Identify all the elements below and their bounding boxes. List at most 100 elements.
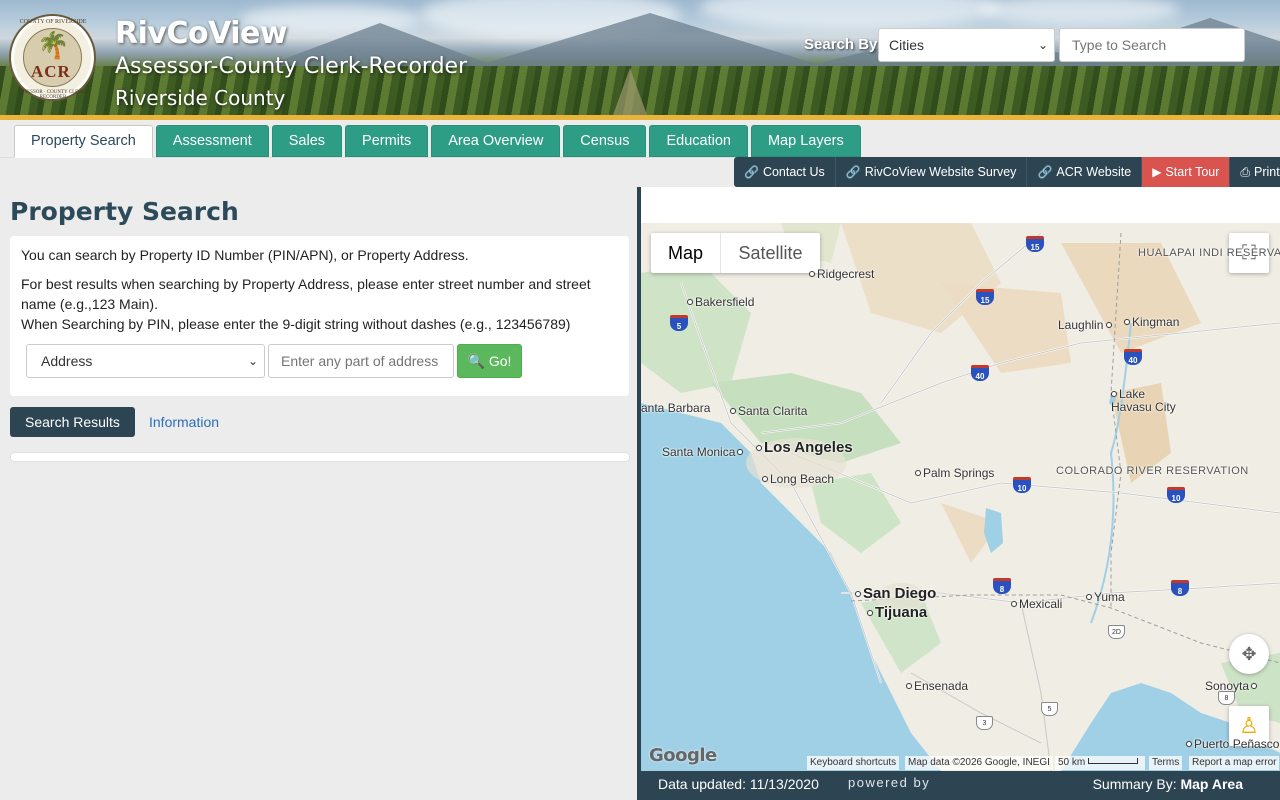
go-button[interactable]: 🔍 Go! — [457, 344, 522, 378]
search-results-tab[interactable]: Search Results — [10, 407, 135, 437]
start-tour-button[interactable]: ▶ Start Tour — [1142, 157, 1231, 187]
interstate-10-shield: 10 — [1013, 477, 1031, 493]
summary-by-value: Map Area — [1180, 776, 1243, 792]
map-label-hualapai: HUALAPAI INDI RESERVATION — [1138, 247, 1280, 259]
palm-tree-icon: 🌴 — [37, 30, 70, 60]
map-label-kingman: Kingman — [1124, 315, 1179, 329]
tab-property-search[interactable]: Property Search — [14, 125, 153, 158]
search-type-select[interactable]: Address ⌄ — [26, 344, 265, 378]
address-search-input[interactable] — [268, 344, 454, 378]
tab-map-layers[interactable]: Map Layers — [750, 125, 861, 157]
interstate-15-shield: 15 — [976, 289, 994, 305]
map-attribution: Google Keyboard shortcuts Map data ©2026… — [641, 745, 1280, 771]
search-form-card: You can search by Property ID Number (PI… — [10, 236, 629, 396]
map-scale: 50 km — [1055, 756, 1145, 770]
tab-sales[interactable]: Sales — [271, 125, 343, 157]
search-by-label: Search By: — [804, 36, 883, 53]
data-updated-text: Data updated: 11/13/2020 — [658, 776, 819, 792]
map-label-colorado-river: COLORADO RIVER RESERVATION — [1056, 465, 1249, 477]
map-label-ensenada: Ensenada — [906, 679, 968, 693]
tab-area-overview[interactable]: Area Overview — [431, 125, 561, 157]
map-label-lake-havasu: Lake Havasu City — [1111, 387, 1176, 414]
main-tabs: Property Search Assessment Sales Permits… — [14, 125, 864, 158]
terms-link[interactable]: Terms — [1149, 756, 1183, 770]
app-title: RivCoView — [115, 16, 288, 51]
link-icon: 🔗 — [1037, 165, 1053, 179]
print-icon: ⎙ — [1240, 165, 1250, 179]
map-label-yuma: Yuma — [1086, 590, 1125, 604]
acr-seal-logo: COUNTY OF RIVERSIDE 🌴 ACR ASSESSOR · COU… — [9, 14, 96, 101]
app-county: Riverside County — [115, 86, 286, 110]
page-title: Property Search — [10, 197, 239, 226]
map-label-ridgecrest: Ridgecrest — [809, 267, 874, 281]
search-icon: 🔍 — [467, 353, 485, 369]
map-view[interactable]: Map Satellite ⛶ ✥ ♙ Ridgecrest Bakersfie… — [641, 223, 1280, 771]
map-type-satellite-button[interactable]: Satellite — [721, 233, 820, 273]
keyboard-shortcuts-link[interactable]: Keyboard shortcuts — [807, 756, 900, 770]
information-tab[interactable]: Information — [149, 407, 219, 437]
route-3-shield: 3 — [976, 716, 993, 730]
play-icon: ▶ — [1152, 165, 1162, 179]
seal-acr-text: ACR — [31, 62, 71, 81]
interstate-8-shield: 8 — [993, 578, 1011, 594]
route-2d-shield: 2D — [1108, 625, 1125, 639]
map-label-santa-monica: Santa Monica — [662, 445, 745, 459]
map-label-los-angeles: Los Angeles — [756, 439, 853, 456]
chevron-down-icon: ⌄ — [247, 354, 258, 368]
map-label-laughlin: Laughlin — [1058, 318, 1114, 332]
map-label-bakersfield: Bakersfield — [687, 295, 754, 309]
status-bar: Data updated: 11/13/2020 powered by Summ… — [641, 771, 1280, 800]
route-5-shield: 5 — [1041, 702, 1058, 716]
report-map-error-link[interactable]: Report a map error — [1189, 756, 1280, 770]
acr-website-label: ACR Website — [1056, 165, 1132, 179]
results-panel — [10, 452, 630, 462]
link-icon: 🔗 — [744, 165, 759, 179]
interstate-40-shield: 40 — [1124, 349, 1142, 365]
interstate-8-shield: 8 — [1171, 580, 1189, 596]
property-search-panel: Property Search You can search by Proper… — [0, 187, 638, 800]
map-data-attribution: Map data ©2026 Google, INEGI — [905, 756, 1053, 770]
header-search-input[interactable] — [1059, 28, 1245, 62]
google-logo: Google — [649, 745, 717, 766]
tab-permits[interactable]: Permits — [345, 125, 429, 157]
tab-census[interactable]: Census — [563, 125, 647, 157]
help-text-1: You can search by Property ID Number (PI… — [21, 247, 469, 263]
interstate-40-shield: 40 — [971, 365, 989, 381]
interstate-5-shield: 5 — [670, 315, 688, 331]
header-accent-bar — [0, 115, 1280, 120]
map-label-santa-clarita: Santa Clarita — [730, 404, 807, 418]
seal-text-bottom: ASSESSOR · COUNTY CLERK · RECORDER — [17, 90, 89, 100]
map-label-tijuana: Tijuana — [867, 604, 927, 621]
map-label-santa-barbara: anta Barbara — [641, 401, 711, 415]
help-text-3: When Searching by PIN, please enter the … — [21, 316, 571, 332]
toolbar: 🔗 Contact Us 🔗 RivCoView Website Survey 🔗 A… — [734, 157, 1280, 187]
map-label-palm-springs: Palm Springs — [915, 466, 994, 480]
start-tour-label: Start Tour — [1165, 165, 1220, 179]
seal-text-top: COUNTY OF RIVERSIDE — [19, 19, 87, 25]
map-label-puerto-penasco: Puerto Peñasco — [1186, 737, 1279, 751]
map-type-map-button[interactable]: Map — [651, 233, 721, 273]
survey-label: RivCoView Website Survey — [864, 165, 1017, 179]
help-text-2: For best results when searching by Prope… — [21, 276, 591, 312]
tab-education[interactable]: Education — [649, 125, 748, 157]
map-label-san-diego: San Diego — [855, 585, 936, 602]
map-label-long-beach: Long Beach — [762, 472, 834, 486]
contact-us-button[interactable]: 🔗 Contact Us — [734, 157, 836, 187]
search-by-selected: Cities — [889, 37, 925, 53]
search-type-selected: Address — [41, 353, 93, 369]
chevron-down-icon: ⌄ — [1037, 38, 1048, 52]
camera-control-icon[interactable]: ✥ — [1229, 634, 1269, 674]
map-top-strip — [641, 187, 1280, 223]
search-by-select[interactable]: Cities ⌄ — [878, 28, 1055, 62]
interstate-10-shield: 10 — [1167, 487, 1185, 503]
map-label-mexicali: Mexicali — [1011, 597, 1062, 611]
contact-us-label: Contact Us — [762, 165, 825, 179]
print-button[interactable]: ⎙ Print — [1230, 157, 1280, 187]
summary-by-text: Summary By: Map Area — [1092, 776, 1243, 792]
acr-website-button[interactable]: 🔗 ACR Website — [1027, 157, 1143, 187]
interstate-15-shield: 15 — [1026, 236, 1044, 252]
survey-button[interactable]: 🔗 RivCoView Website Survey — [835, 157, 1028, 187]
powered-by-text: powered by — [848, 775, 931, 790]
tab-assessment[interactable]: Assessment — [155, 125, 269, 157]
go-label: Go! — [488, 353, 512, 369]
